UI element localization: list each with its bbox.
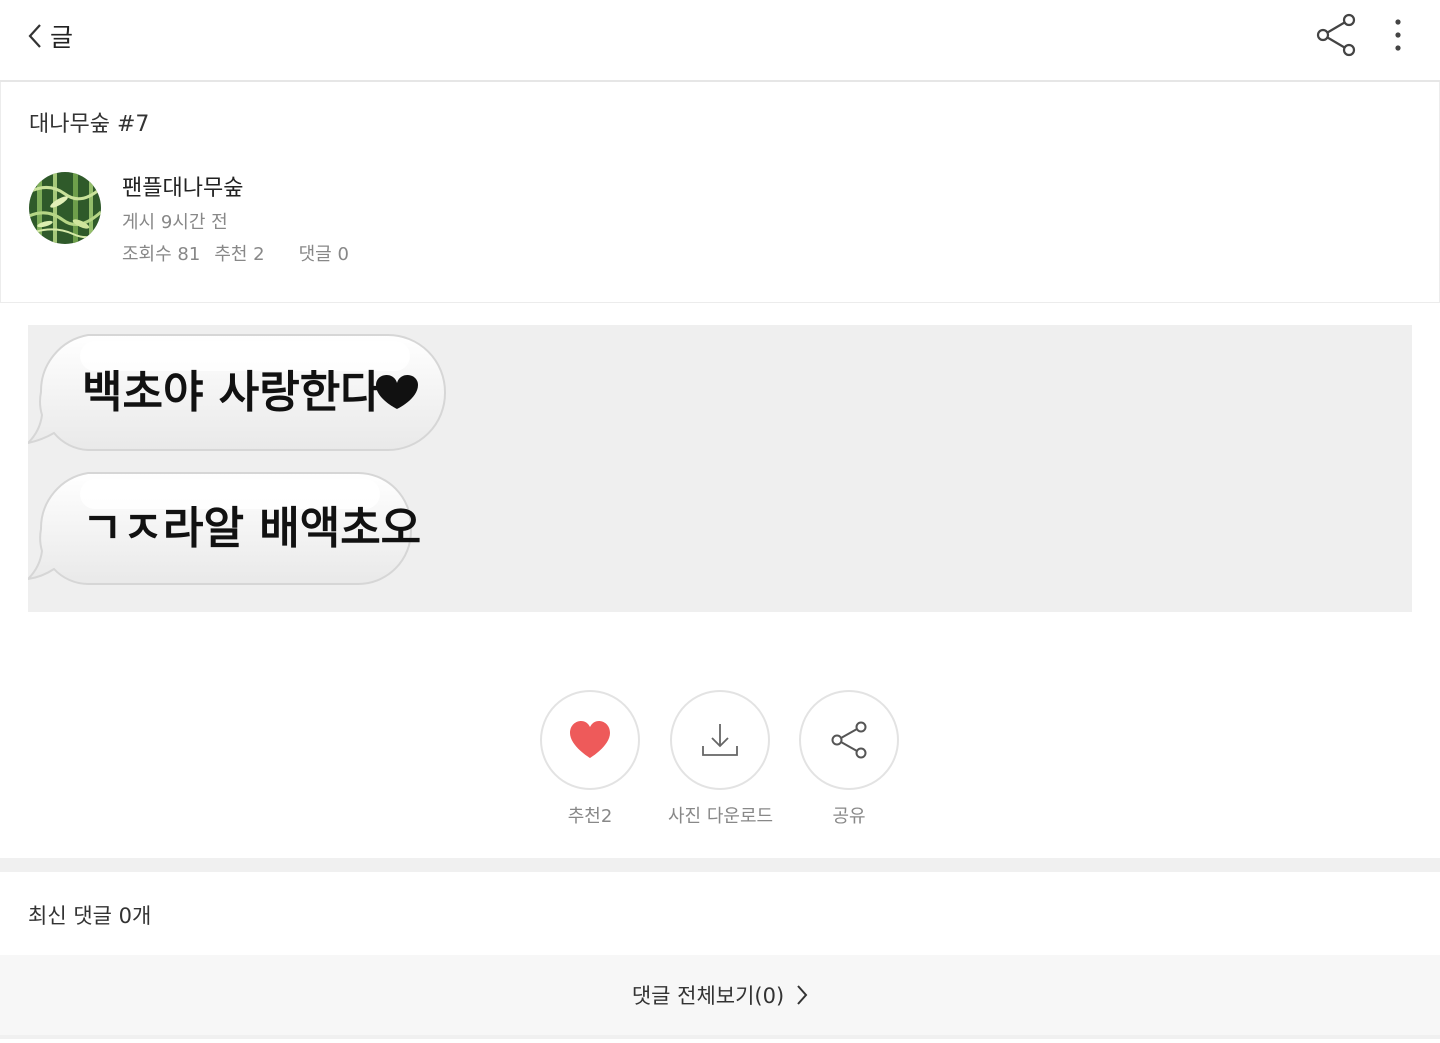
download-button[interactable]: 사진 다운로드 [668, 690, 774, 828]
post-actions: 추천2 사진 다운로드 공유 [0, 690, 1440, 830]
section-divider [0, 858, 1440, 872]
view-count: 조회수 81 [122, 244, 201, 265]
image-line-2: ㄱㅈ라알 배액초오 [82, 503, 421, 554]
share-icon [1316, 13, 1356, 57]
share-action-button[interactable]: 공유 [797, 690, 901, 828]
view-all-comments-button[interactable]: 댓글 전체보기(0) [0, 955, 1440, 1039]
post-stats: 조회수 81 추천 2 댓글 0 [122, 240, 363, 266]
like-label: 추천2 [567, 806, 613, 827]
comments-title: 최신 댓글 0개 [28, 904, 152, 928]
page-title: 글 [50, 23, 74, 52]
share-label: 공유 [832, 806, 866, 827]
chevron-right-icon [797, 985, 808, 1005]
more-vertical-icon [1395, 19, 1401, 51]
download-circle[interactable] [670, 690, 770, 790]
like-count: 추천 2 [214, 244, 265, 265]
image-line-1: 백초야 사랑한다 [82, 367, 381, 418]
comment-count: 댓글 0 [298, 244, 349, 265]
post-image[interactable]: 백초야 사랑한다 ㄱㅈ라알 배액초오 [24, 325, 1412, 612]
like-button[interactable]: 추천2 [538, 690, 642, 828]
back-button[interactable]: 글 [28, 16, 73, 56]
share-circle[interactable] [799, 690, 899, 790]
board-title: 대나무숲 #7 [29, 112, 150, 137]
like-circle[interactable] [540, 690, 640, 790]
share-button[interactable] [1313, 12, 1359, 58]
post-time: 게시 9시간 전 [122, 212, 228, 233]
download-label: 사진 다운로드 [668, 806, 774, 827]
post-header: 대나무숲 #7 팬플대나무숲 게시 9시간 전 조회수 81 추천 2 댓글 0 [0, 82, 1440, 303]
author-name[interactable]: 팬플대나무숲 [122, 170, 243, 202]
chat-bubble-image: 백초야 사랑한다 ㄱㅈ라알 배액초오 [24, 334, 446, 585]
bamboo-avatar-image [29, 172, 101, 244]
share-icon [831, 721, 867, 759]
more-button[interactable] [1380, 12, 1416, 58]
download-icon [702, 724, 738, 756]
chevron-left-icon [28, 24, 41, 48]
view-all-comments-label: 댓글 전체보기(0) [631, 984, 785, 1008]
heart-icon [570, 721, 610, 758]
top-bar: 글 [0, 0, 1440, 82]
avatar[interactable] [29, 172, 101, 244]
